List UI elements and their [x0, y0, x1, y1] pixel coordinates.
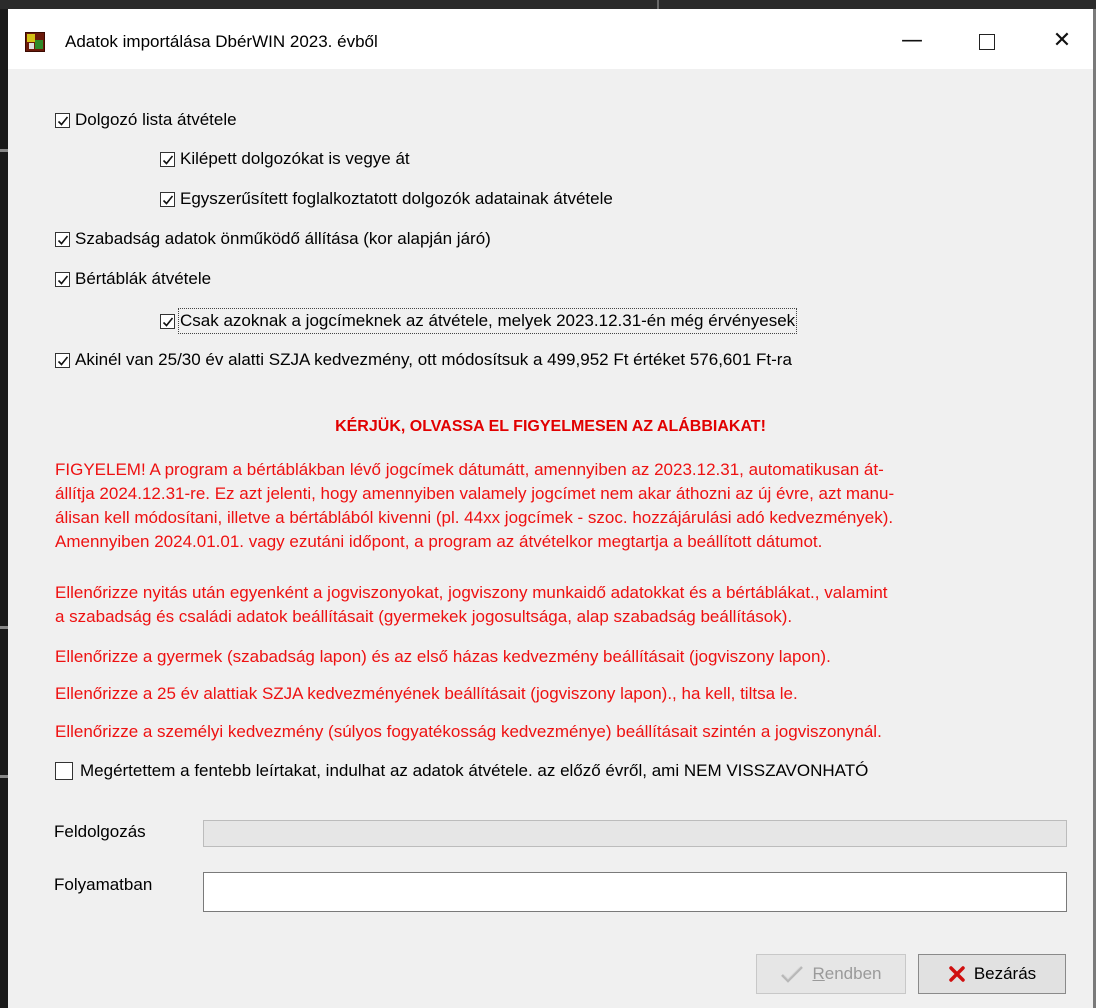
checkbox-checked-icon[interactable] — [55, 352, 70, 368]
checkbox-checked-icon[interactable] — [160, 151, 175, 167]
maximize-icon — [979, 34, 995, 50]
confirm-label: Megértettem a fentebb leírtakat, indulha… — [80, 761, 869, 780]
close-x-icon — [948, 965, 966, 983]
option-employee-list[interactable]: Dolgozó lista átvétele — [55, 109, 237, 131]
maximize-button[interactable] — [965, 21, 1009, 61]
close-label: Bezárás — [973, 964, 1037, 983]
close-button[interactable]: Bezárás — [918, 954, 1066, 994]
confirm-checkbox-row[interactable]: Megértettem a fentebb leírtakat, indulha… — [55, 760, 868, 782]
warning-line: Ellenőrizze nyitás után egyenként a jogv… — [55, 583, 888, 602]
minimize-button[interactable]: — — [890, 21, 934, 61]
app-icon — [25, 32, 45, 52]
option-label: Csak azoknak a jogcímeknek az átvétele, … — [177, 308, 798, 334]
checkbox-checked-icon[interactable] — [160, 313, 175, 329]
warning-paragraph-1: FIGYELEM! A program a bértáblákban lévő … — [55, 458, 1075, 554]
warning-line: Ellenőrizze a 25 év alattiak SZJA kedvez… — [55, 684, 798, 703]
option-former-employees[interactable]: Kilépett dolgozókat is vegye át — [160, 148, 410, 170]
warning-line: Ellenőrizze a gyermek (szabadság lapon) … — [55, 647, 831, 666]
warning-line: álisan kell módosítani, illetve a bértáb… — [55, 508, 894, 527]
warning-paragraph-2: Ellenőrizze nyitás után egyenként a jogv… — [55, 581, 1075, 629]
warning-line: Amennyiben 2024.01.01. vagy ezutáni időp… — [55, 532, 823, 551]
processing-progress-bar — [203, 820, 1067, 847]
background-divider — [657, 0, 659, 9]
warning-line: a szabadság és családi adatok beállítása… — [55, 607, 793, 626]
processing-label: Feldolgozás — [54, 822, 146, 841]
checkbox-checked-icon[interactable] — [160, 191, 175, 207]
close-window-button[interactable]: ✕ — [1040, 21, 1084, 61]
checkbox-checked-icon[interactable] — [55, 112, 70, 128]
background-mark — [0, 775, 8, 778]
background-window-left — [0, 9, 8, 1008]
option-label: Dolgozó lista átvétele — [75, 110, 237, 129]
in-progress-label: Folyamatban — [54, 875, 153, 894]
option-szja-adjust[interactable]: Akinél van 25/30 év alatti SZJA kedvezmé… — [55, 349, 792, 371]
option-label: Szabadság adatok önműködő állítása (kor … — [75, 229, 491, 248]
ok-label: Rendben — [812, 964, 882, 983]
option-label: Kilépett dolgozókat is vegye át — [180, 149, 410, 168]
option-label: Egyszerűsített foglalkoztatott dolgozók … — [180, 189, 613, 208]
option-valid-titles-only[interactable]: Csak azoknak a jogcímeknek az átvétele, … — [160, 308, 798, 334]
option-pay-tables[interactable]: Bértáblák átvétele — [55, 268, 211, 290]
warning-paragraph-4: Ellenőrizze a 25 év alattiak SZJA kedvez… — [55, 682, 1075, 706]
background-mark — [0, 626, 8, 629]
import-dialog: Adatok importálása DbérWIN 2023. évből —… — [8, 9, 1093, 1008]
in-progress-field[interactable] — [203, 872, 1067, 912]
checkbox-checked-icon[interactable] — [55, 231, 70, 247]
option-simplified-employment[interactable]: Egyszerűsített foglalkoztatott dolgozók … — [160, 188, 613, 210]
checkmark-icon — [780, 964, 804, 984]
option-label: Bértáblák átvétele — [75, 269, 212, 288]
background-window-edge — [0, 0, 1096, 9]
warning-paragraph-3: Ellenőrizze a gyermek (szabadság lapon) … — [55, 645, 1075, 669]
checkbox-unchecked-icon[interactable] — [55, 762, 73, 780]
background-mark — [0, 149, 8, 152]
warning-line: FIGYELEM! A program a bértáblákban lévő … — [55, 460, 884, 479]
warning-line: állítja 2024.12.31-re. Ez azt jelenti, h… — [55, 484, 895, 503]
option-leave-auto[interactable]: Szabadság adatok önműködő állítása (kor … — [55, 228, 491, 250]
option-label: Akinél van 25/30 év alatti SZJA kedvezmé… — [75, 350, 792, 369]
warning-paragraph-5: Ellenőrizze a személyi kedvezmény (súlyo… — [55, 720, 1075, 744]
ok-button[interactable]: Rendben — [756, 954, 906, 994]
title-bar[interactable]: Adatok importálása DbérWIN 2023. évből —… — [8, 9, 1093, 69]
checkbox-checked-icon[interactable] — [55, 271, 70, 287]
window-title: Adatok importálása DbérWIN 2023. évből — [65, 32, 378, 51]
warning-title: KÉRJÜK, OLVASSA EL FIGYELMESEN AZ ALÁBBI… — [335, 418, 766, 435]
warning-line: Ellenőrizze a személyi kedvezmény (súlyo… — [55, 722, 882, 741]
